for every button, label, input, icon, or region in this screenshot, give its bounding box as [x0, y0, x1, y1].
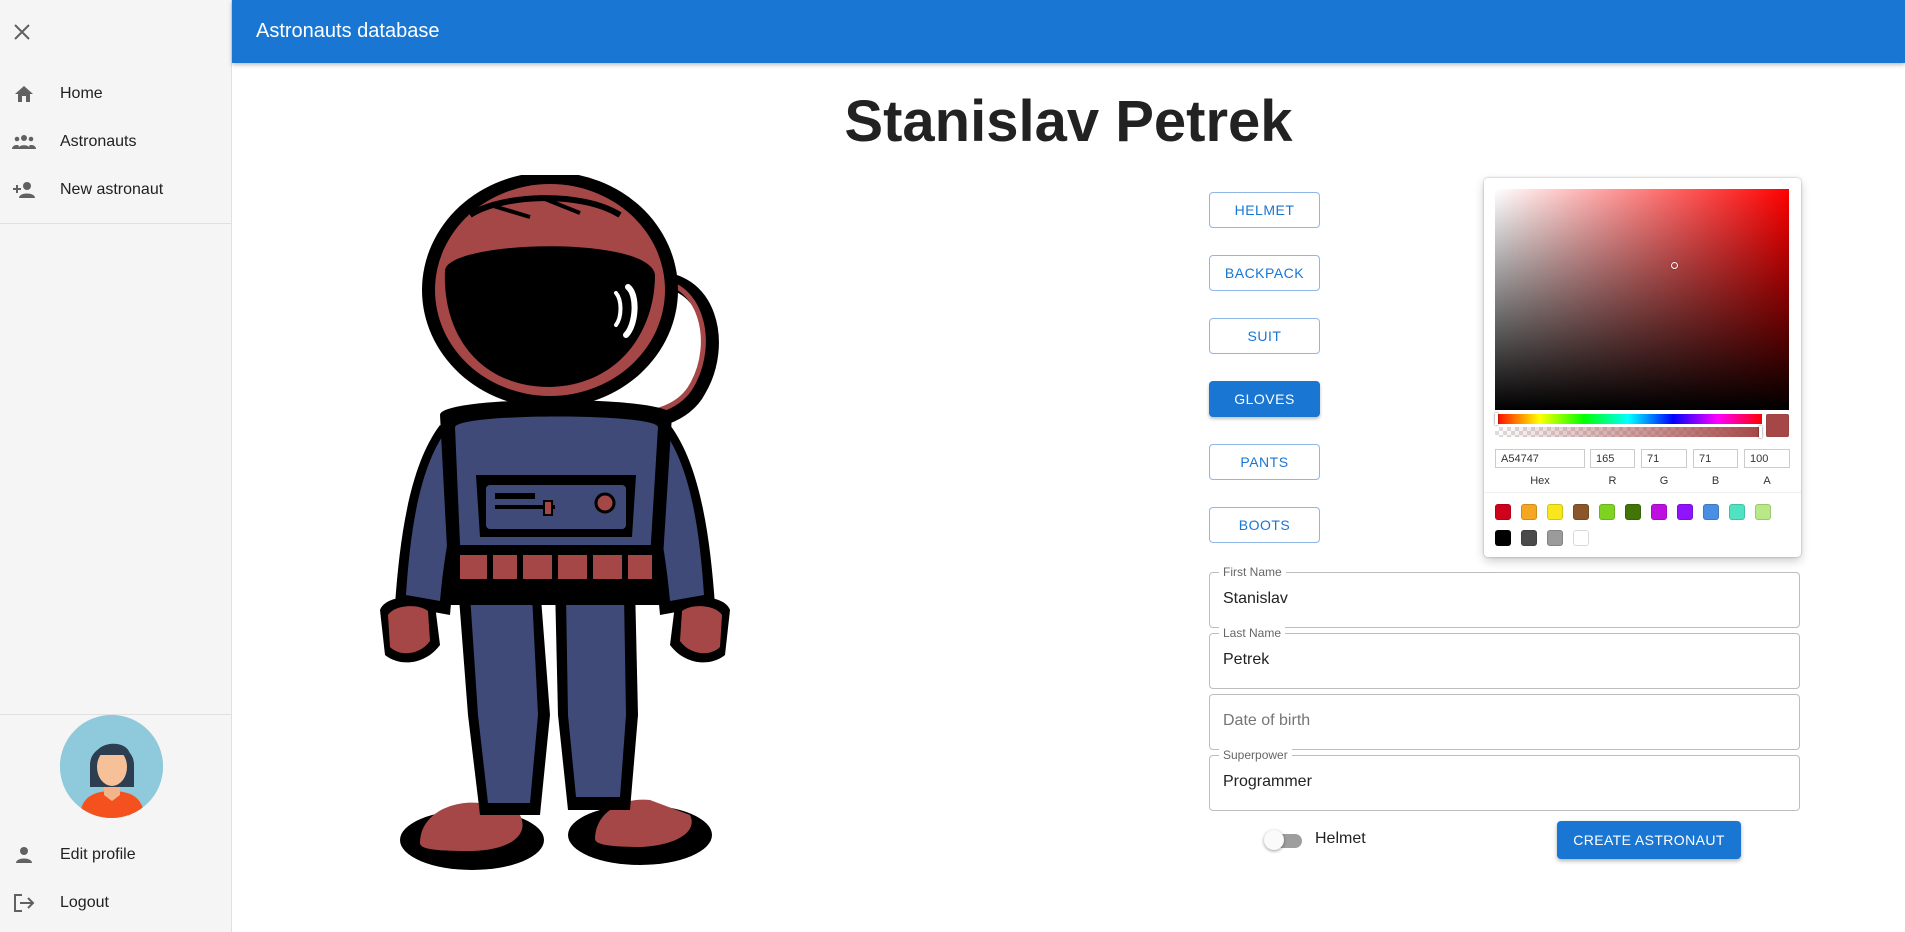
color-picker: Hex R G B A [1484, 178, 1801, 557]
preset-swatch[interactable] [1547, 530, 1563, 546]
hex-label: Hex [1530, 475, 1550, 487]
close-drawer-button[interactable] [10, 20, 34, 44]
hue-slider[interactable] [1495, 413, 1762, 425]
sidebar-item-edit-profile[interactable]: Edit profile [0, 831, 231, 879]
first-name-label: First Name [1219, 565, 1286, 579]
blue-input[interactable] [1693, 449, 1738, 468]
superpower-input[interactable] [1223, 773, 1783, 791]
first-name-input[interactable] [1223, 590, 1783, 608]
home-icon [12, 82, 36, 106]
red-label: R [1608, 475, 1617, 487]
helmet-toggle-label: Helmet [1315, 830, 1366, 847]
preset-swatch[interactable] [1599, 504, 1615, 520]
date-of-birth-input[interactable] [1223, 712, 1783, 730]
last-name-label: Last Name [1219, 626, 1286, 640]
sidebar-item-label: Home [60, 85, 103, 102]
gloves-part-button[interactable]: GLOVES [1209, 381, 1320, 417]
preset-swatch[interactable] [1521, 504, 1537, 520]
sidebar-item-label: Edit profile [60, 846, 136, 863]
preset-swatch[interactable] [1495, 504, 1511, 520]
preset-swatch[interactable] [1521, 530, 1537, 546]
preset-swatch[interactable] [1677, 504, 1693, 520]
alpha-slider-thumb[interactable] [1759, 426, 1762, 438]
red-input[interactable] [1590, 449, 1635, 468]
last-name-input[interactable] [1223, 651, 1783, 669]
superpower-label: Superpower [1219, 748, 1292, 762]
first-name-field[interactable]: First Name [1209, 565, 1800, 628]
preset-swatch[interactable] [1495, 530, 1511, 546]
sidebar-item-label: Logout [60, 894, 109, 911]
preset-swatch[interactable] [1755, 504, 1771, 520]
helmet-toggle[interactable] [1264, 830, 1304, 850]
app-bar: Astronauts database [232, 0, 1905, 63]
hue-slider-thumb[interactable] [1495, 413, 1498, 425]
sidebar-item-astronauts[interactable]: Astronauts [0, 118, 231, 166]
preset-swatch[interactable] [1573, 530, 1589, 546]
user-avatar-illustration [60, 715, 163, 818]
boots-part-button[interactable]: BOOTS [1209, 507, 1320, 543]
astronaut-illustration [380, 175, 730, 870]
sidebar-item-label: New astronaut [60, 181, 164, 198]
sidebar: Home Astronauts New astronaut Edit profi… [0, 0, 232, 932]
preset-swatch[interactable] [1573, 504, 1589, 520]
preset-swatch[interactable] [1729, 504, 1745, 520]
hex-input[interactable] [1495, 449, 1585, 468]
page-title: Stanislav Petrek [844, 89, 1293, 154]
sidebar-item-new-astronaut[interactable]: New astronaut [0, 166, 231, 214]
preset-swatch[interactable] [1625, 504, 1641, 520]
create-astronaut-button[interactable]: CREATE ASTRONAUT [1557, 821, 1741, 859]
backpack-part-button[interactable]: BACKPACK [1209, 255, 1320, 291]
sidebar-item-home[interactable]: Home [0, 70, 231, 118]
preset-swatch[interactable] [1651, 504, 1667, 520]
sidebar-item-label: Astronauts [60, 133, 137, 150]
toggle-thumb [1264, 830, 1284, 850]
avatar [60, 715, 163, 818]
green-label: G [1659, 475, 1669, 487]
alpha-label: A [1763, 475, 1771, 487]
person-add-icon [12, 178, 36, 202]
sidebar-divider [0, 223, 231, 224]
sidebar-item-logout[interactable]: Logout [0, 879, 231, 927]
app-title: Astronauts database [256, 20, 440, 42]
blue-label: B [1711, 475, 1720, 487]
close-icon [14, 24, 30, 40]
pants-part-button[interactable]: PANTS [1209, 444, 1320, 480]
preset-swatch[interactable] [1703, 504, 1719, 520]
date-of-birth-field[interactable] [1209, 694, 1800, 750]
last-name-field[interactable]: Last Name [1209, 626, 1800, 689]
suit-part-button[interactable]: SUIT [1209, 318, 1320, 354]
presets-divider [1484, 492, 1801, 493]
person-icon [12, 843, 36, 867]
logout-icon [12, 891, 36, 915]
preset-swatch[interactable] [1547, 504, 1563, 520]
saturation-cursor[interactable] [1671, 262, 1678, 269]
alpha-slider[interactable] [1495, 426, 1762, 438]
group-icon [12, 130, 36, 154]
saturation-area[interactable] [1495, 189, 1789, 410]
helmet-part-button[interactable]: HELMET [1209, 192, 1320, 228]
alpha-input[interactable] [1744, 449, 1790, 468]
superpower-field[interactable]: Superpower [1209, 748, 1800, 811]
current-color-swatch [1766, 414, 1789, 437]
green-input[interactable] [1641, 449, 1687, 468]
